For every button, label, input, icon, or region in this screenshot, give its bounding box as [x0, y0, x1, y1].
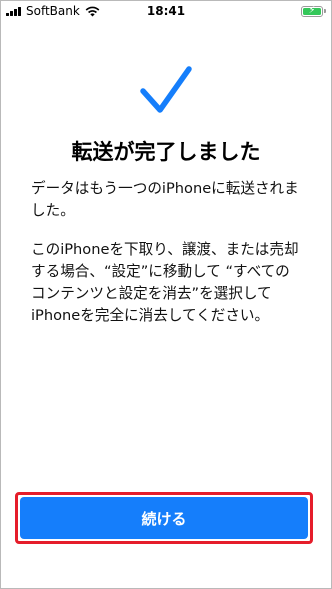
status-bar: SoftBank 18:41 ⚡	[1, 1, 331, 21]
battery-charging-icon: ⚡	[301, 5, 326, 17]
battery-cap	[324, 9, 326, 13]
continue-button[interactable]: 続ける	[20, 497, 308, 539]
erase-instructions-message: このiPhoneを下取り、譲渡、または売却する場合、“設定”に移動して “すべて…	[31, 241, 299, 324]
status-time: 18:41	[146, 4, 186, 18]
screen: SoftBank 18:41 ⚡ 転送が完了しました データはもう一つのiPho…	[0, 0, 332, 589]
checkmark-icon	[140, 66, 192, 113]
transfer-complete-message: データはもう一つのiPhoneに転送されました。	[31, 180, 299, 219]
page-title: 転送が完了しました	[71, 140, 261, 164]
charging-bolt-icon: ⚡	[308, 5, 316, 16]
